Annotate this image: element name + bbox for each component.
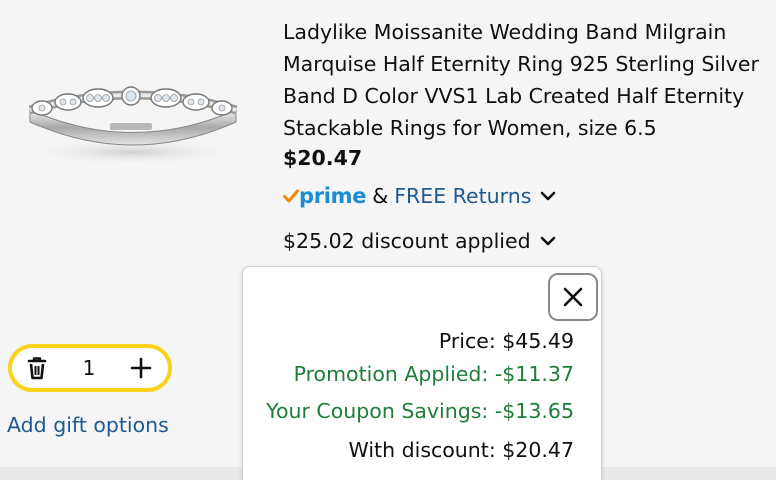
- price-line: Price: $45.49: [438, 329, 574, 353]
- chevron-down-icon: [540, 235, 556, 247]
- quantity-value: 1: [82, 356, 96, 380]
- with-discount-line: With discount: $20.47: [348, 438, 574, 462]
- product-title[interactable]: Ladylike Moissanite Wedding Band Milgrai…: [283, 16, 768, 144]
- prime-check-icon: [283, 189, 299, 203]
- close-button[interactable]: [548, 273, 598, 321]
- ring-image: [23, 86, 243, 166]
- discount-label: $25.02 discount applied: [283, 229, 531, 253]
- trash-icon[interactable]: [26, 356, 48, 380]
- product-price: $20.47: [283, 146, 363, 170]
- plus-icon[interactable]: [130, 357, 152, 379]
- prime-free-returns-row: prime & FREE Returns: [283, 181, 556, 211]
- prime-logo: prime: [283, 184, 367, 208]
- coupon-savings-line: Your Coupon Savings: -$13.65: [266, 399, 574, 423]
- product-image[interactable]: [18, 60, 248, 180]
- promotion-applied-line: Promotion Applied: -$11.37: [293, 362, 574, 386]
- discount-applied-toggle[interactable]: $25.02 discount applied: [283, 226, 556, 256]
- close-icon: [563, 287, 583, 307]
- add-gift-options-link[interactable]: Add gift options: [7, 413, 169, 437]
- chevron-down-icon[interactable]: [540, 190, 556, 202]
- ampersand: &: [372, 184, 389, 208]
- quantity-stepper: 1: [8, 344, 172, 392]
- free-returns-link[interactable]: FREE Returns: [394, 184, 531, 208]
- prime-label: prime: [299, 184, 367, 208]
